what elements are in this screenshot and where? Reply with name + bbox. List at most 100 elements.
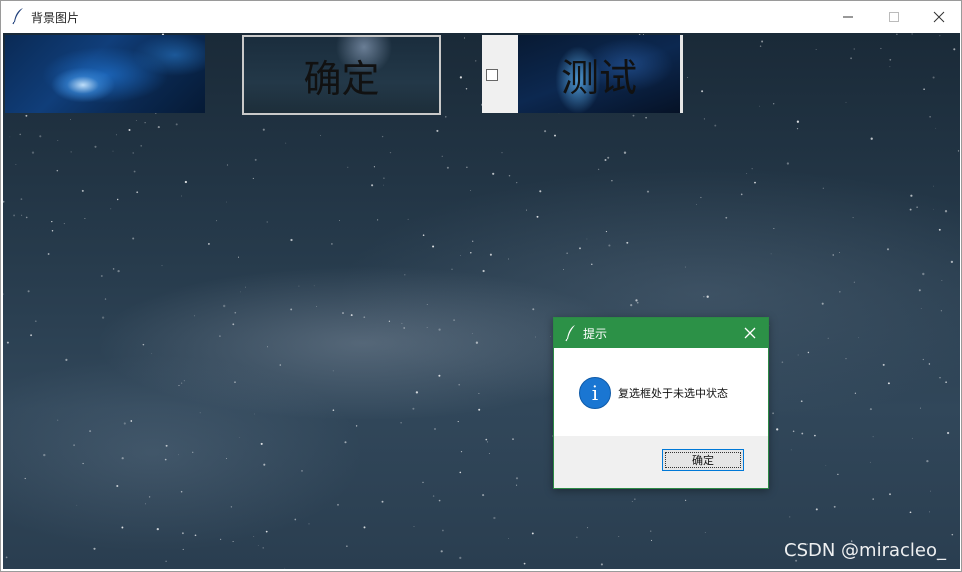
- star: [953, 48, 956, 51]
- star: [284, 567, 286, 569]
- star: [407, 218, 409, 220]
- star: [442, 529, 444, 532]
- star: [63, 223, 65, 225]
- star: [600, 563, 603, 566]
- star: [347, 166, 349, 168]
- confirm-button[interactable]: 确定: [242, 35, 441, 115]
- star: [880, 47, 882, 50]
- star: [245, 286, 246, 288]
- star: [929, 115, 931, 118]
- star: [759, 105, 761, 107]
- star: [219, 538, 222, 541]
- star: [371, 184, 374, 187]
- checkbox[interactable]: [486, 69, 498, 81]
- star: [459, 556, 462, 560]
- star: [636, 301, 639, 304]
- star: [25, 114, 28, 117]
- star: [807, 351, 810, 354]
- star: [337, 503, 339, 506]
- test-label: 测试: [560, 55, 637, 100]
- ok-button[interactable]: 确定: [662, 449, 744, 471]
- star: [833, 505, 836, 508]
- star: [539, 190, 542, 193]
- star: [493, 516, 496, 520]
- star: [870, 137, 873, 140]
- star: [815, 49, 817, 51]
- star: [939, 35, 941, 37]
- star: [199, 412, 201, 414]
- star: [121, 526, 124, 529]
- star: [704, 532, 706, 533]
- title-bar[interactable]: 背景图片: [1, 1, 961, 32]
- star: [478, 408, 481, 411]
- star: [472, 240, 474, 242]
- minimize-button[interactable]: [825, 1, 871, 32]
- star: [436, 129, 439, 132]
- star: [822, 187, 824, 189]
- star: [478, 392, 480, 395]
- star: [837, 473, 839, 476]
- star: [923, 88, 925, 90]
- star: [219, 335, 221, 337]
- star: [910, 194, 913, 197]
- star: [515, 477, 519, 480]
- star: [611, 180, 613, 182]
- star: [230, 506, 233, 508]
- test-checkbutton-image[interactable]: 测试: [518, 35, 680, 113]
- star: [262, 128, 265, 131]
- starfield-background: [3, 33, 960, 569]
- star: [13, 214, 16, 217]
- star: [165, 444, 168, 447]
- star: [634, 498, 636, 500]
- star: [156, 527, 159, 531]
- star: [39, 135, 42, 138]
- star: [403, 327, 406, 329]
- star: [918, 289, 921, 292]
- star: [475, 341, 479, 344]
- star: [184, 180, 188, 184]
- star: [252, 177, 254, 179]
- star: [383, 184, 384, 186]
- star: [260, 442, 263, 445]
- star: [531, 532, 534, 535]
- star: [226, 201, 228, 203]
- star: [814, 434, 816, 437]
- maximize-button[interactable]: [871, 1, 917, 32]
- star: [858, 337, 860, 339]
- star: [441, 155, 443, 157]
- star: [932, 76, 935, 79]
- star: [207, 242, 210, 245]
- star: [550, 336, 552, 338]
- star: [911, 437, 913, 439]
- star: [935, 127, 937, 129]
- star: [516, 484, 518, 486]
- star: [618, 536, 620, 537]
- star: [438, 499, 441, 502]
- star: [460, 254, 461, 256]
- star: [916, 206, 918, 208]
- star: [797, 354, 799, 356]
- star: [331, 243, 333, 245]
- star: [508, 175, 511, 177]
- star: [933, 185, 934, 187]
- star: [422, 234, 425, 236]
- close-button[interactable]: [916, 1, 961, 32]
- star: [51, 220, 53, 223]
- star: [696, 204, 698, 205]
- star: [101, 316, 105, 319]
- star: [566, 252, 568, 254]
- ok-button-label: 确定: [692, 454, 714, 467]
- close-icon[interactable]: [743, 326, 757, 340]
- star: [488, 452, 490, 454]
- star: [701, 90, 704, 93]
- star: [576, 536, 578, 538]
- star: [887, 382, 890, 385]
- star: [886, 248, 890, 251]
- star: [850, 57, 852, 60]
- dialog-title-bar[interactable]: 提示: [554, 318, 768, 348]
- star: [350, 314, 353, 317]
- star: [623, 151, 627, 154]
- star: [388, 320, 391, 322]
- star: [133, 170, 136, 173]
- star: [940, 310, 943, 312]
